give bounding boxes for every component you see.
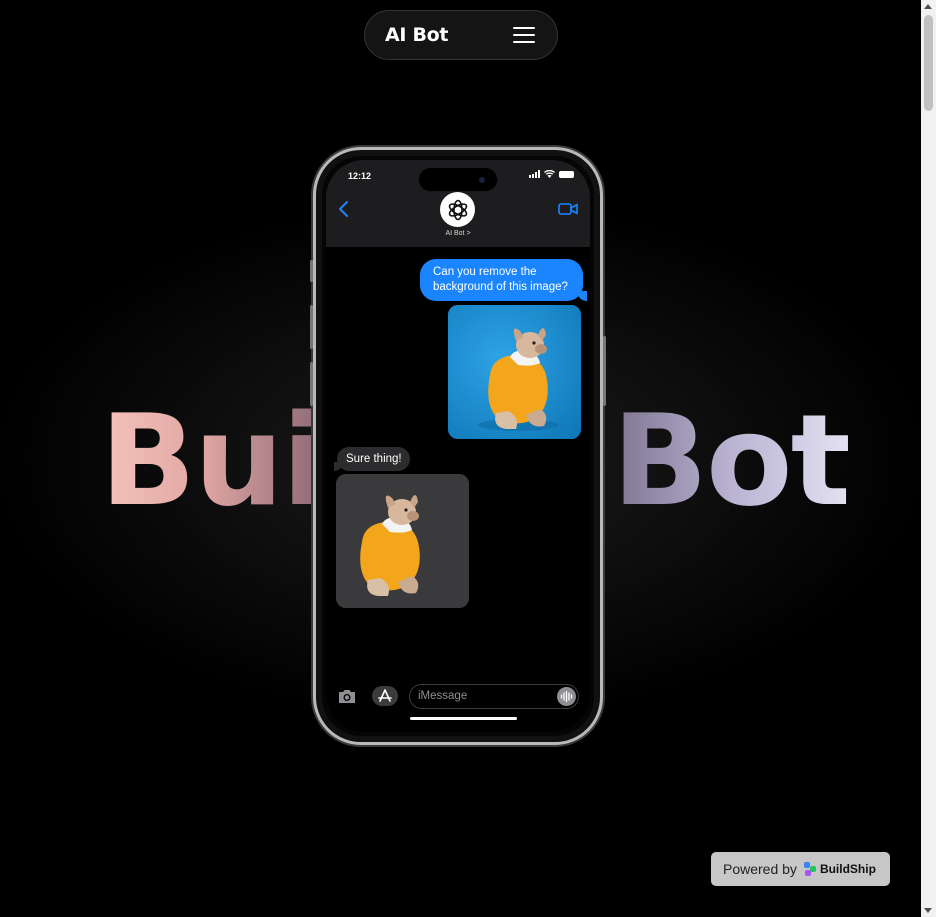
phone-volume-up [310, 305, 313, 349]
phone-screen: 12:12 AI Bot > Can you remove the backgr… [326, 160, 590, 732]
hero-text-left: Bui [100, 396, 316, 526]
top-nav-pill: AI Bot [364, 10, 558, 60]
powered-by-badge[interactable]: Powered by BuildShip [711, 852, 890, 886]
message-input-bar: iMessage [326, 682, 590, 712]
phone-volume-down [310, 362, 313, 406]
contact-avatar[interactable] [440, 192, 475, 227]
openai-logo-icon [448, 199, 467, 220]
buildship-name: BuildShip [819, 862, 876, 876]
vertical-scrollbar[interactable] [921, 0, 936, 917]
hamburger-menu-icon[interactable] [513, 27, 535, 43]
outgoing-message-bubble: Can you remove the background of this im… [420, 259, 587, 301]
dog-photo-blue-bg [448, 305, 581, 439]
scroll-thumb[interactable] [924, 15, 933, 111]
dog-photo-no-bg [336, 474, 469, 608]
original-dog-image[interactable] [448, 305, 581, 439]
audio-message-icon[interactable] [557, 687, 576, 706]
hero-text-right: Bot [612, 387, 851, 534]
phone-power-button [603, 336, 606, 406]
contact-name[interactable]: AI Bot > [326, 230, 590, 237]
camera-icon[interactable] [337, 688, 357, 705]
facetime-video-icon[interactable] [558, 202, 578, 216]
status-time: 12:12 [348, 171, 372, 181]
app-store-icon[interactable] [372, 686, 398, 706]
battery-icon [559, 170, 574, 178]
home-indicator [410, 717, 517, 720]
page-background: AI Bot Bui Bot 12:12 AI Bot > Can you re… [0, 0, 921, 917]
incoming-message-bubble: Sure thing! [334, 447, 410, 471]
dynamic-island [418, 167, 498, 192]
wifi-icon [544, 170, 555, 178]
imessage-placeholder: iMessage [418, 690, 468, 702]
scroll-up-arrow-icon[interactable] [924, 4, 932, 9]
appstore-glyph-icon [378, 689, 392, 702]
phone-action-button [310, 260, 313, 282]
buildship-logo-icon [803, 862, 816, 876]
status-icons [529, 170, 574, 178]
phone-mockup: 12:12 AI Bot > Can you remove the backgr… [310, 147, 606, 745]
chat-header: 12:12 AI Bot > [326, 160, 590, 247]
imessage-input[interactable]: iMessage [409, 684, 579, 709]
back-chevron-icon[interactable] [336, 200, 352, 218]
scroll-down-arrow-icon[interactable] [924, 908, 932, 913]
signal-icon [529, 170, 540, 178]
buildship-brand: BuildShip [803, 861, 876, 877]
nav-title: AI Bot [385, 24, 449, 46]
powered-by-label: Powered by [723, 861, 797, 877]
background-removed-dog-image[interactable] [336, 474, 469, 608]
